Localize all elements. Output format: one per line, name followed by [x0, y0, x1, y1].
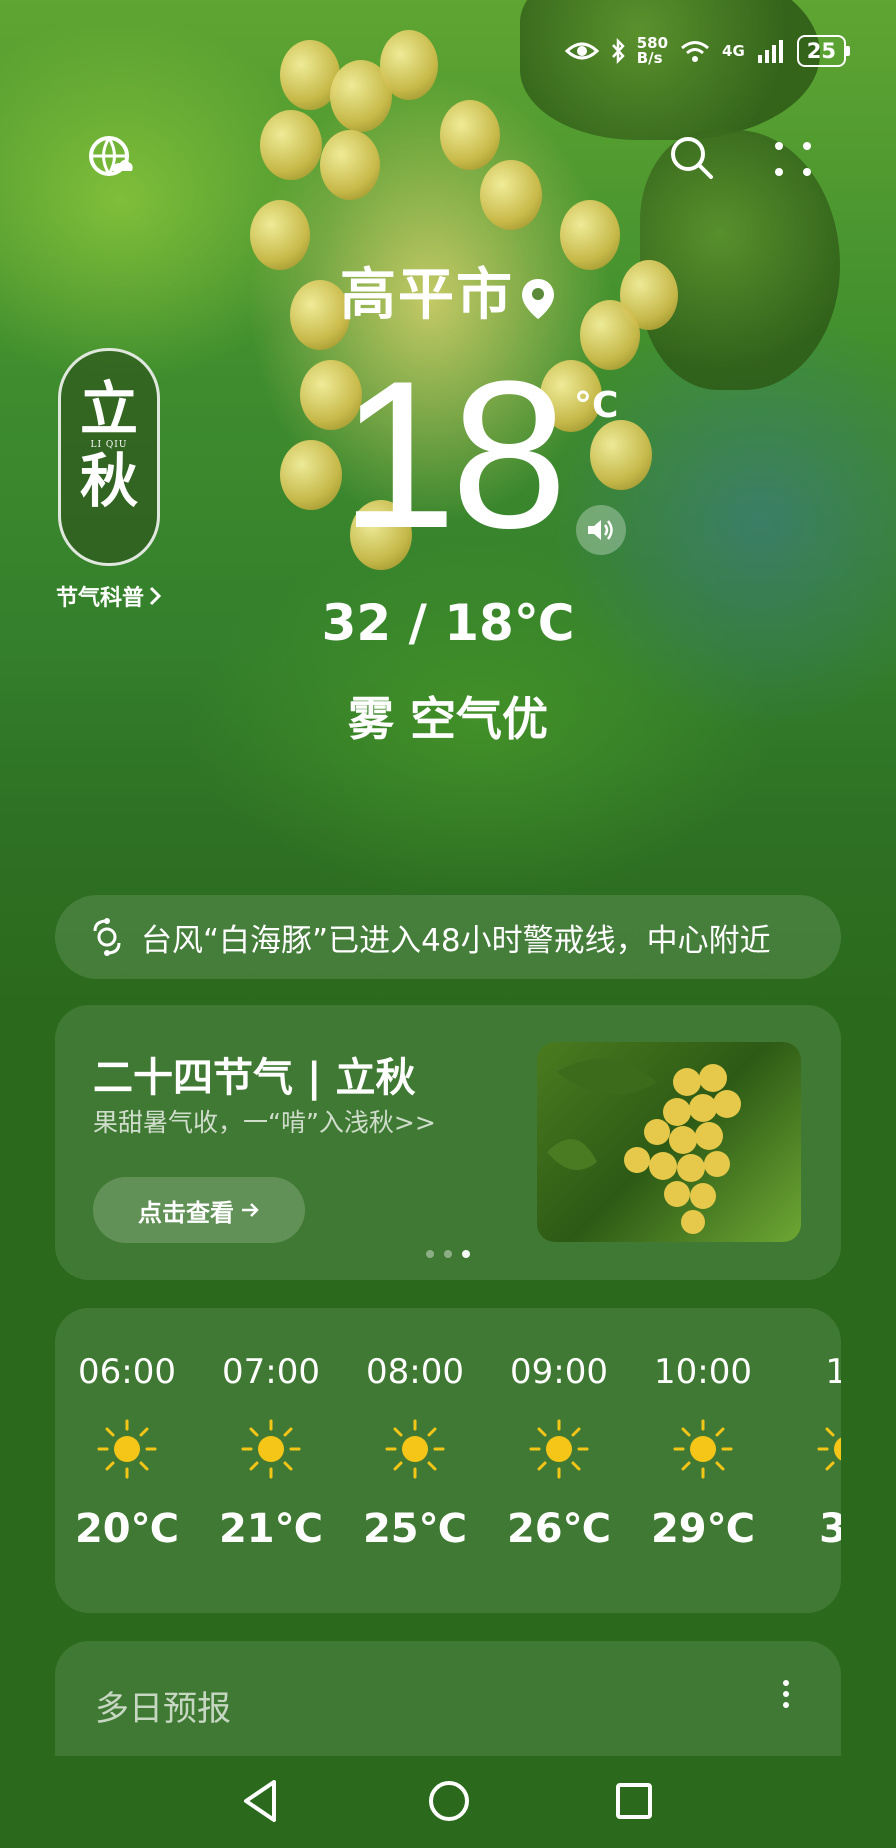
more-menu-icon[interactable] — [772, 138, 814, 180]
sun-icon — [241, 1419, 301, 1479]
hourly-time: 09:00 — [510, 1352, 608, 1392]
search-icon[interactable] — [668, 134, 714, 180]
hourly-time: 11 — [825, 1352, 841, 1392]
sun-icon — [97, 1419, 157, 1479]
location-pin-icon — [522, 278, 554, 319]
hourly-item[interactable]: 08:00 25℃ — [343, 1308, 487, 1552]
hourly-temp: 25℃ — [362, 1506, 468, 1552]
back-icon[interactable] — [240, 1778, 280, 1824]
hourly-item[interactable]: 09:00 26℃ — [487, 1308, 631, 1552]
hourly-temp: 26℃ — [506, 1506, 612, 1552]
city-manage-icon[interactable] — [88, 135, 134, 181]
signal-icon — [757, 40, 783, 63]
view-details-label: 点击查看 — [138, 1198, 234, 1227]
temperature-range: 32 / 18℃ — [321, 594, 575, 652]
solar-term-badge[interactable]: 立 LI QIU 秋 — [58, 348, 160, 566]
hourly-time: 10:00 — [654, 1352, 752, 1392]
hourly-temp: 29℃ — [650, 1506, 756, 1552]
location-title[interactable]: 高平市 — [0, 250, 896, 331]
solar-term-char-2: 秋 — [79, 447, 138, 515]
current-temperature: 18 — [340, 337, 568, 572]
home-icon[interactable] — [428, 1778, 470, 1824]
multi-day-label: 多日预报 — [95, 1689, 231, 1729]
sun-icon — [385, 1419, 445, 1479]
wifi-icon — [681, 41, 709, 62]
hourly-forecast[interactable]: 06:00 20℃ 07:00 21℃ 08:00 25℃ 09:00 26℃ … — [55, 1308, 841, 1613]
typhoon-icon — [93, 918, 121, 956]
solar-term-card[interactable]: 二十四节气 | 立秋 果甜暑气收，一“啃”入浅秋>> 点击查看 — [55, 1005, 841, 1280]
arrow-right-icon — [242, 1203, 259, 1217]
solar-term-card-subtitle[interactable]: 果甜暑气收，一“啃”入浅秋>> — [93, 1103, 436, 1139]
net-speed: 580 B/s — [636, 34, 669, 67]
hourly-temp: 20℃ — [74, 1506, 180, 1552]
hourly-time: 07:00 — [222, 1352, 320, 1392]
recents-icon[interactable] — [614, 1778, 654, 1824]
eye-comfort-icon — [564, 42, 599, 60]
hourly-item[interactable]: 07:00 21℃ — [199, 1308, 343, 1552]
alert-text: 台风“白海豚”已进入48小时警戒线，中心附近 — [141, 922, 771, 959]
carousel-indicator — [0, 1250, 896, 1258]
carousel-dot — [444, 1250, 452, 1258]
carousel-dot-active — [462, 1250, 470, 1258]
solar-term-char-1: 立 — [79, 375, 138, 443]
navigation-bar — [0, 1756, 896, 1848]
view-details-button[interactable]: 点击查看 — [93, 1177, 305, 1243]
status-bar: 580 B/s 4G 25 — [564, 32, 851, 70]
speaker-icon — [588, 520, 613, 540]
multi-day-forecast[interactable]: 多日预报 — [55, 1641, 841, 1761]
carousel-dot — [426, 1250, 434, 1258]
hourly-time: 06:00 — [78, 1352, 176, 1392]
hourly-time: 08:00 — [366, 1352, 464, 1392]
sun-icon — [673, 1419, 733, 1479]
temperature-unit: °C — [574, 385, 619, 426]
hourly-item[interactable]: 06:00 20℃ — [55, 1308, 199, 1552]
battery-indicator: 25 — [796, 35, 851, 67]
sun-icon — [529, 1419, 589, 1479]
solar-term-image[interactable] — [537, 1042, 801, 1242]
typhoon-alert-banner[interactable]: 台风“白海豚”已进入48小时警戒线，中心附近 — [55, 895, 841, 979]
sun-icon — [817, 1427, 841, 1471]
hourly-item[interactable]: 10:00 29℃ — [631, 1308, 775, 1552]
network-type: 4G — [722, 41, 745, 60]
bluetooth-icon — [611, 38, 625, 64]
more-vertical-icon[interactable] — [781, 1679, 791, 1709]
weather-condition: 雾 空气优 — [347, 692, 548, 746]
city-name: 高平市 — [340, 263, 514, 328]
hourly-temp: 30 — [819, 1506, 841, 1552]
hourly-item[interactable]: 11 30 — [775, 1308, 841, 1552]
solar-term-card-title: 二十四节气 | 立秋 — [93, 1055, 416, 1101]
voice-broadcast-button[interactable] — [576, 505, 626, 555]
hourly-temp: 21℃ — [218, 1506, 324, 1552]
